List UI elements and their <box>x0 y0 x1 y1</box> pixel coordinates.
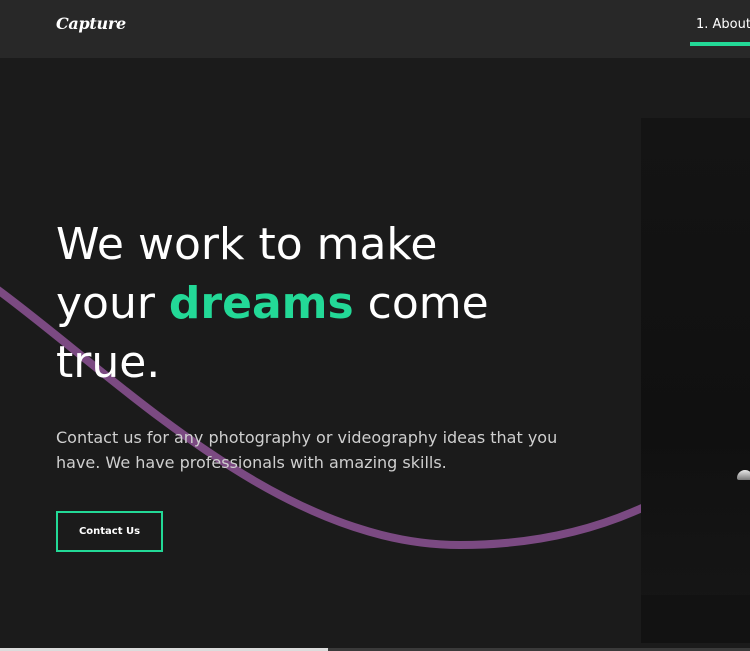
hero-description: Contact us for any photography or videog… <box>56 428 558 472</box>
hero-title: We work to make your dreams come true. <box>56 215 536 392</box>
hero-title-pre: your <box>56 278 169 329</box>
hero-title-line3: true. <box>56 337 161 388</box>
site-header: Capture 1. About <box>0 0 750 58</box>
hero-image-floor <box>641 595 750 643</box>
hero-title-post: come <box>353 278 489 329</box>
nav-active-indicator <box>690 42 750 46</box>
logo[interactable]: Capture <box>56 14 126 33</box>
hero-title-accent: dreams <box>168 278 354 329</box>
hero-title-line1: We work to make <box>56 219 438 270</box>
camera-lens-icon <box>737 470 750 480</box>
nav-link-about[interactable]: 1. About <box>696 17 750 32</box>
contact-us-button[interactable]: Contact Us <box>56 511 163 552</box>
main-nav: 1. About <box>690 0 750 58</box>
hero-image <box>641 118 750 643</box>
